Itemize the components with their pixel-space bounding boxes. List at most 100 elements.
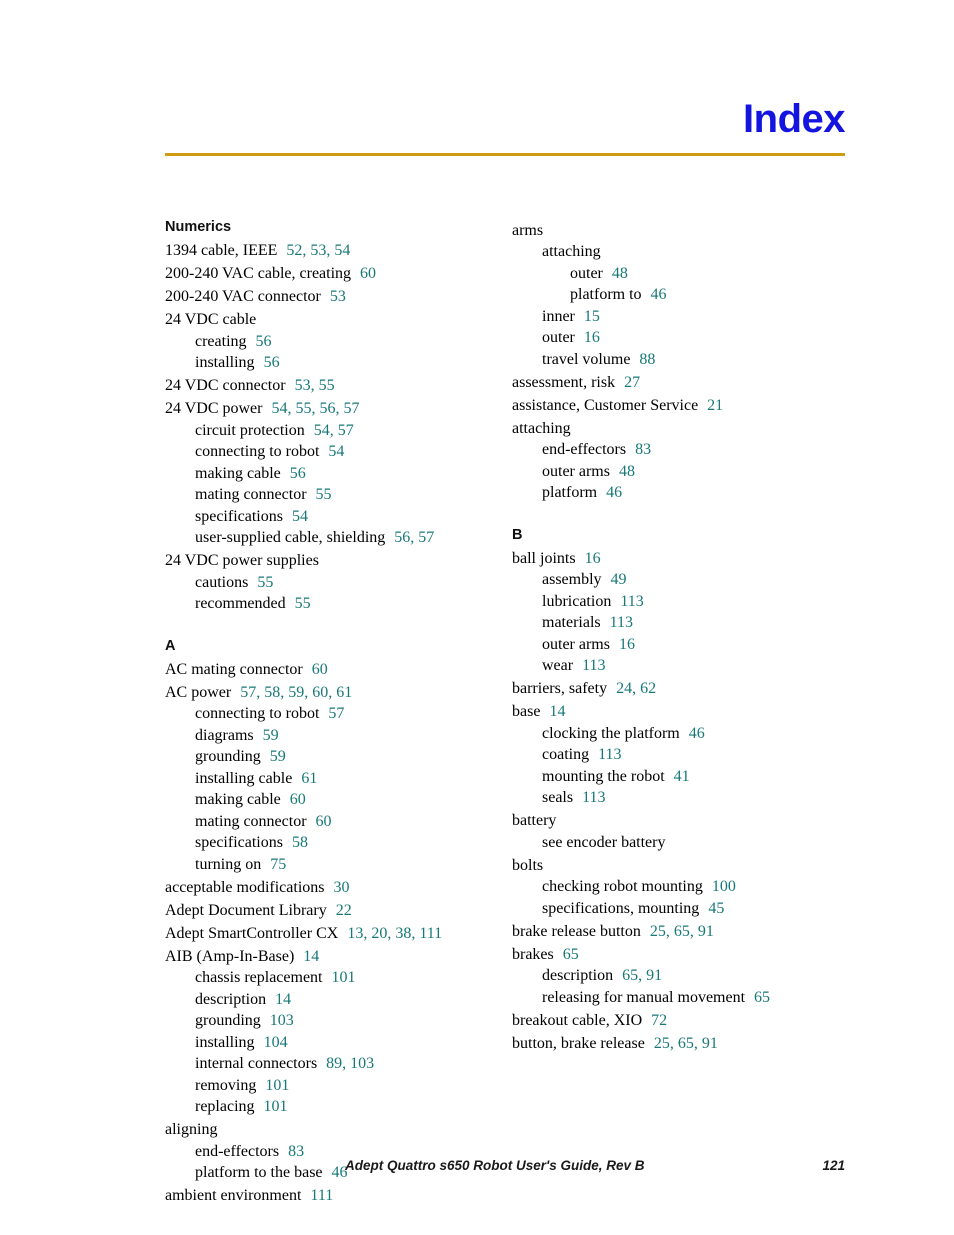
index-entry-term: circuit protection bbox=[195, 421, 305, 439]
index-entry-page-links[interactable]: 88 bbox=[639, 351, 655, 368]
index-entry-term: battery bbox=[512, 812, 557, 829]
index-entry-page-links[interactable]: 24, 62 bbox=[616, 680, 656, 697]
index-entry-term: specifications bbox=[195, 507, 283, 525]
index-entry-page-links[interactable]: 83 bbox=[288, 1143, 304, 1160]
index-entry-page-links[interactable]: 101 bbox=[264, 1098, 288, 1115]
index-entry-page-links[interactable]: 61 bbox=[301, 770, 317, 787]
index-entry: releasing for manual movement 65 bbox=[512, 987, 858, 1009]
index-entry-page-links[interactable]: 60 bbox=[290, 791, 306, 808]
index-entry-page-links[interactable]: 56 bbox=[256, 333, 272, 350]
index-entry-page-links[interactable]: 48 bbox=[612, 265, 628, 282]
index-entry-page-links[interactable]: 113 bbox=[582, 789, 605, 806]
index-entry-term: brake release button bbox=[512, 922, 641, 940]
index-entry-term: materials bbox=[542, 614, 601, 631]
index-entry-term: installing bbox=[195, 1033, 255, 1051]
index-entry-page-links[interactable]: 53 bbox=[330, 288, 346, 305]
index-entry-page-links[interactable]: 57 bbox=[328, 705, 344, 722]
footer-document-title: Adept Quattro s650 Robot User's Guide, R… bbox=[345, 1158, 645, 1173]
index-entry-page-links[interactable]: 60 bbox=[360, 265, 376, 282]
index-entry: ball joints 16 bbox=[512, 548, 858, 570]
index-entry-page-links[interactable]: 48 bbox=[619, 463, 635, 480]
index-entry-page-links[interactable]: 46 bbox=[651, 286, 667, 303]
index-entry: base 14 bbox=[512, 701, 858, 723]
index-entry-term: releasing for manual movement bbox=[542, 988, 746, 1006]
index-entry-page-links[interactable]: 56, 57 bbox=[394, 529, 434, 546]
index-entry-page-links[interactable]: 100 bbox=[712, 878, 736, 895]
index-entry-page-links[interactable]: 60 bbox=[312, 661, 328, 678]
page-title: Index bbox=[743, 97, 845, 141]
index-entry-term: specifications bbox=[195, 834, 283, 851]
index-entry-page-links[interactable]: 60 bbox=[316, 813, 332, 830]
title-divider-rule bbox=[165, 153, 845, 156]
index-entry: AC power 57, 58, 59, 60, 61 bbox=[165, 682, 511, 704]
index-entry-page-links[interactable]: 22 bbox=[336, 902, 352, 919]
index-entry-page-links[interactable]: 25, 65, 91 bbox=[650, 923, 714, 940]
index-entry-page-links[interactable]: 89, 103 bbox=[326, 1055, 374, 1072]
index-entry-page-links[interactable]: 14 bbox=[303, 948, 319, 965]
index-entry-page-links[interactable]: 101 bbox=[265, 1077, 289, 1094]
index-entry-page-links[interactable]: 13, 20, 38, 111 bbox=[347, 925, 442, 942]
index-entry-page-links[interactable]: 103 bbox=[270, 1012, 294, 1029]
index-entry-page-links[interactable]: 83 bbox=[635, 441, 651, 458]
index-entry-page-links[interactable]: 52, 53, 54 bbox=[286, 242, 350, 259]
index-section-heading-b: B bbox=[512, 526, 523, 543]
index-entry-page-links[interactable]: 113 bbox=[582, 657, 605, 674]
index-entry-page-links[interactable]: 16 bbox=[584, 329, 600, 346]
index-entry-page-links[interactable]: 113 bbox=[610, 614, 633, 631]
index-entry-page-links[interactable]: 16 bbox=[619, 636, 635, 653]
index-entry-term: assembly bbox=[542, 571, 602, 588]
index-entry-page-links[interactable]: 59 bbox=[263, 727, 279, 744]
index-entry-page-links[interactable]: 45 bbox=[708, 900, 724, 917]
index-entry-page-links[interactable]: 59 bbox=[270, 748, 286, 765]
index-entry-page-links[interactable]: 49 bbox=[611, 571, 627, 588]
index-entry-term: AC mating connector bbox=[165, 660, 303, 678]
index-entry-page-links[interactable]: 56 bbox=[290, 465, 306, 482]
index-entry-page-links[interactable]: 58 bbox=[292, 834, 308, 851]
index-entry-page-links[interactable]: 54, 55, 56, 57 bbox=[271, 400, 359, 417]
index-entry-page-links[interactable]: 56 bbox=[264, 354, 280, 371]
index-entry-page-links[interactable]: 75 bbox=[270, 856, 286, 873]
index-entry-page-links[interactable]: 113 bbox=[620, 593, 643, 610]
index-entry: battery bbox=[512, 810, 858, 832]
index-entry: diagrams 59 bbox=[165, 725, 511, 747]
index-entry-page-links[interactable]: 65 bbox=[754, 989, 770, 1006]
index-entry: 24 VDC power supplies bbox=[165, 550, 511, 572]
index-entry-page-links[interactable]: 57, 58, 59, 60, 61 bbox=[240, 684, 352, 701]
index-entry-page-links[interactable]: 14 bbox=[549, 703, 565, 720]
index-entry-term: description bbox=[542, 967, 614, 984]
index-entry: specifications 54 bbox=[165, 506, 511, 528]
index-entry-page-links[interactable]: 41 bbox=[674, 768, 690, 785]
index-entry-page-links[interactable]: 72 bbox=[651, 1012, 667, 1029]
index-entry: connecting to robot 57 bbox=[165, 703, 511, 725]
index-entry-page-links[interactable]: 21 bbox=[707, 397, 723, 414]
index-entry-page-links[interactable]: 30 bbox=[333, 879, 349, 896]
index-entry-page-links[interactable]: 27 bbox=[624, 374, 640, 391]
index-entry-page-links[interactable]: 46 bbox=[606, 484, 622, 501]
index-entry-page-links[interactable]: 14 bbox=[275, 991, 291, 1008]
index-entry-page-links[interactable]: 104 bbox=[264, 1034, 288, 1051]
index-entry-page-links[interactable]: 54 bbox=[292, 508, 308, 525]
index-entry-page-links[interactable]: 54 bbox=[328, 443, 344, 460]
index-entry-page-links[interactable]: 55 bbox=[257, 574, 273, 591]
index-entry-page-links[interactable]: 54, 57 bbox=[314, 422, 354, 439]
index-entry-page-links[interactable]: 53, 55 bbox=[295, 377, 335, 394]
index-entry-page-links[interactable]: 55 bbox=[295, 595, 311, 612]
index-entry-page-links[interactable]: 55 bbox=[316, 486, 332, 503]
index-entry-term: assistance, Customer Service bbox=[512, 396, 699, 414]
index-entry-page-links[interactable]: 15 bbox=[584, 308, 600, 325]
index-entry: installing cable 61 bbox=[165, 768, 511, 790]
index-entry-page-links[interactable]: 101 bbox=[332, 969, 356, 986]
index-entry-page-links[interactable]: 46 bbox=[689, 725, 705, 742]
index-entry-page-links[interactable]: 25, 65, 91 bbox=[654, 1035, 718, 1052]
index-entry: materials 113 bbox=[512, 612, 858, 634]
index-entry-page-links[interactable]: 113 bbox=[598, 746, 621, 763]
index-entry-page-links[interactable]: 65 bbox=[563, 946, 579, 963]
index-entry: inner 15 bbox=[512, 306, 858, 328]
index-entry: clocking the platform 46 bbox=[512, 723, 858, 745]
index-entry-page-links[interactable]: 111 bbox=[310, 1187, 333, 1204]
index-entry: 1394 cable, IEEE 52, 53, 54 bbox=[165, 240, 511, 262]
index-entry-term: outer bbox=[542, 329, 575, 346]
index-entry-term: Adept Document Library bbox=[165, 901, 327, 919]
index-entry-page-links[interactable]: 16 bbox=[585, 550, 601, 567]
index-entry-page-links[interactable]: 65, 91 bbox=[622, 967, 662, 984]
